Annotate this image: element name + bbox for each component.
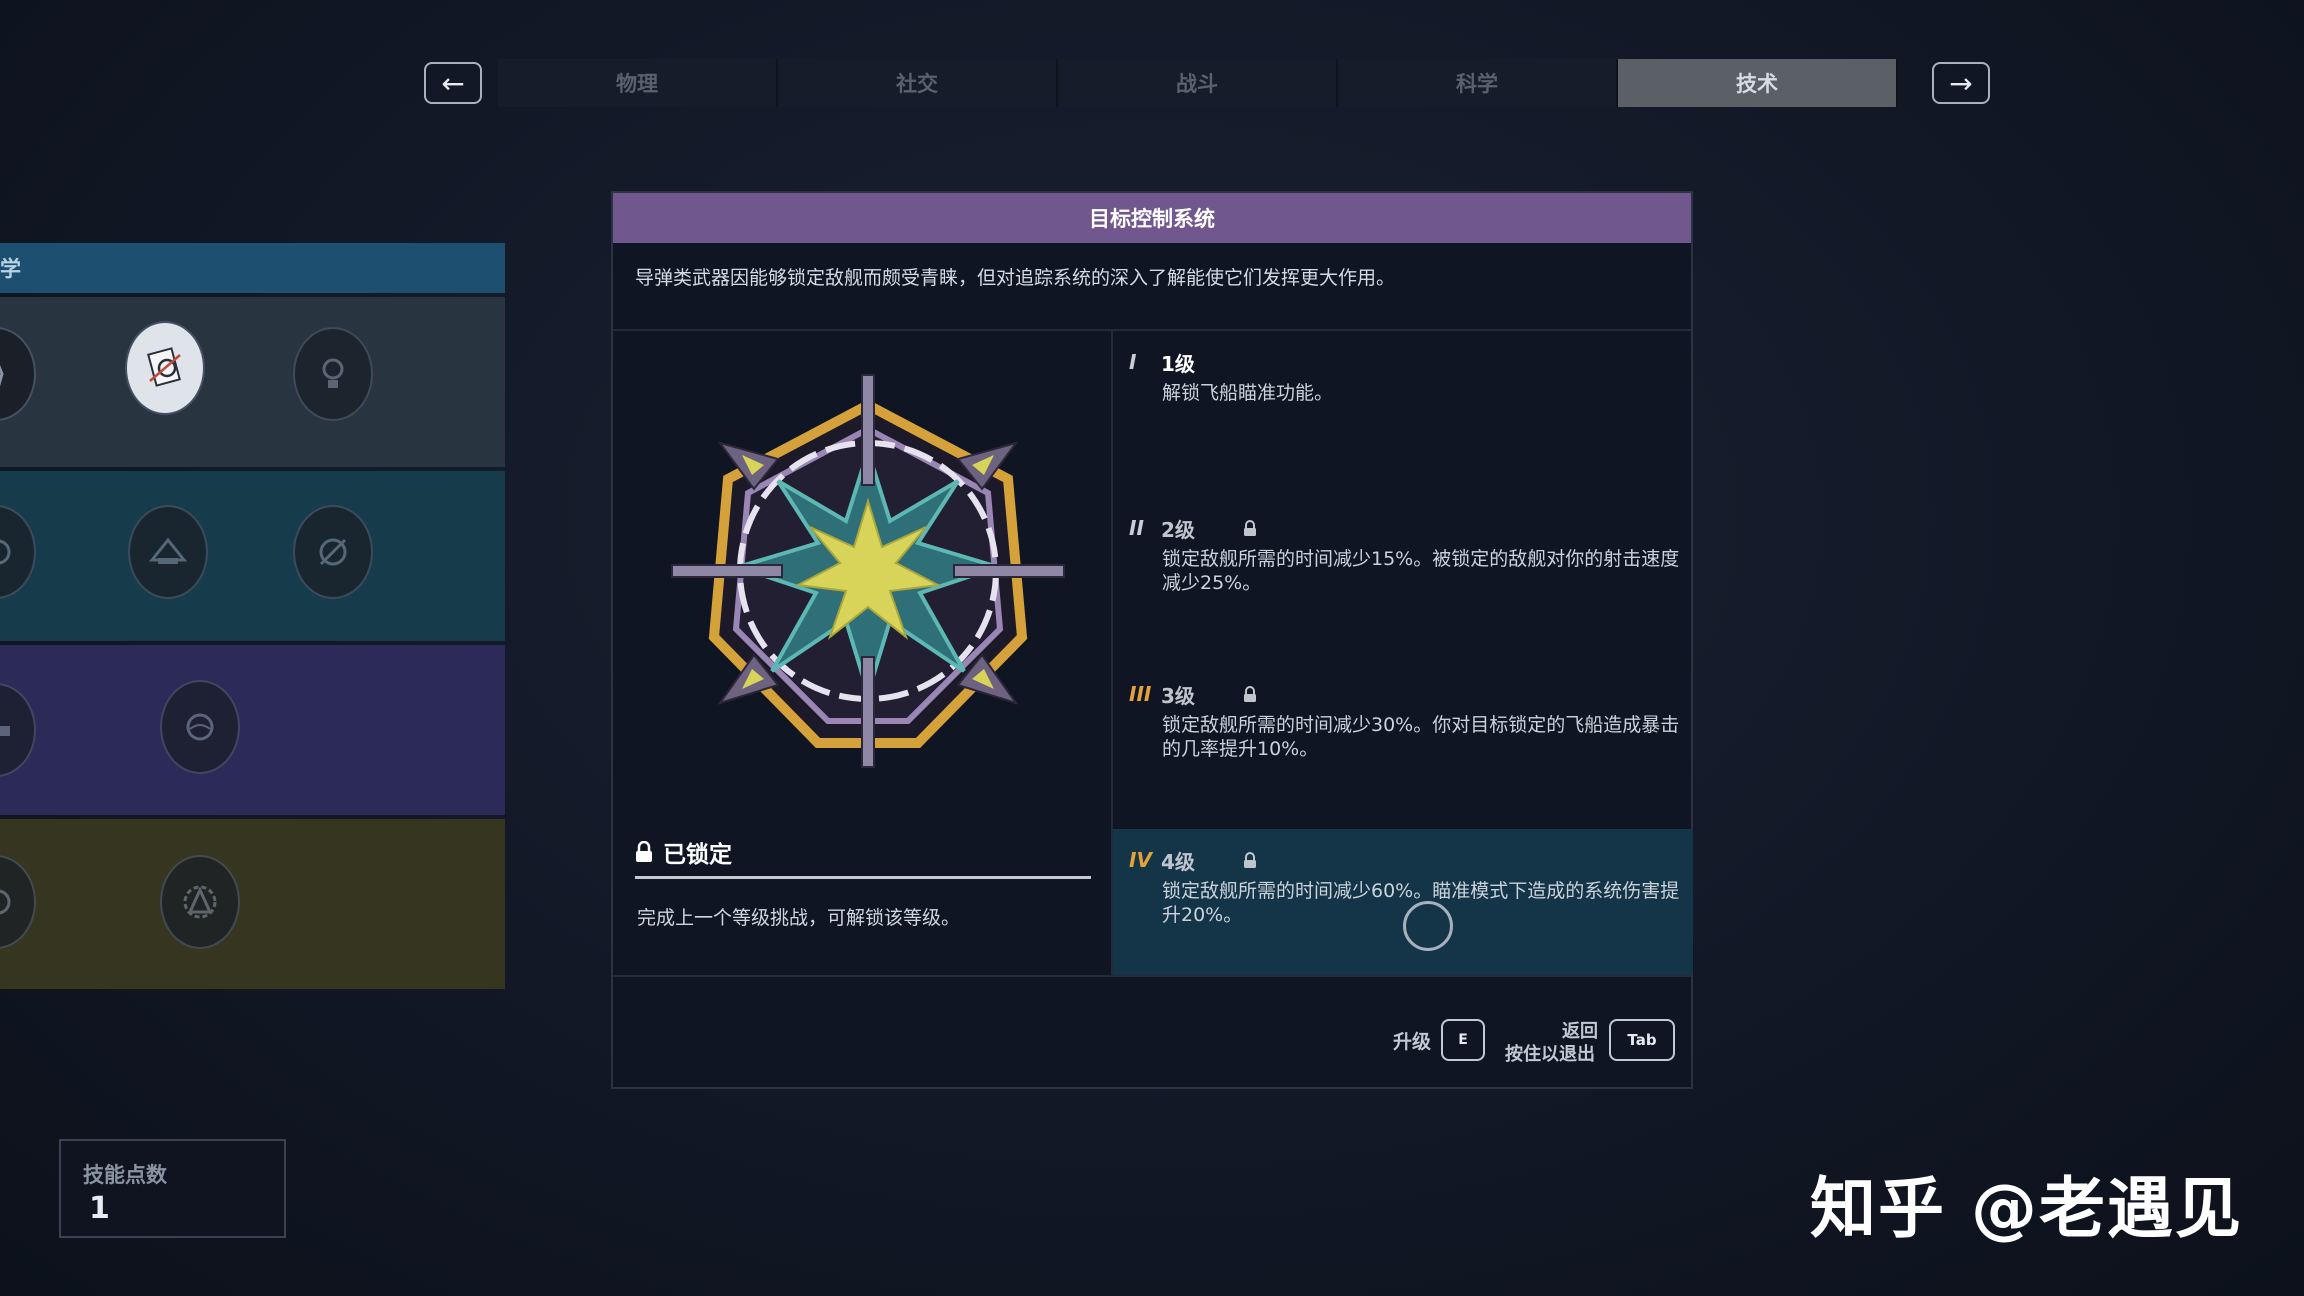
lock-icon [1244, 519, 1256, 536]
lock-icon [1244, 685, 1256, 702]
level-effect: 锁定敌舰所需的时间减少30%。你对目标锁定的飞船造成暴击的几率提升10%。 [1162, 714, 1680, 760]
level-name: 2级 [1161, 517, 1195, 542]
tab-tech[interactable]: 技术 [1618, 59, 1898, 107]
level-name: 1级 [1161, 351, 1195, 376]
category-tabs: 物理 社交 战斗 科学 技术 [498, 59, 1898, 107]
skill-column-title: 学 [0, 257, 21, 281]
skill-title: 目标控制系统 [613, 193, 1691, 243]
skill-planet-icon[interactable] [160, 680, 240, 774]
upgrade-label: 升级 [1393, 1031, 1432, 1053]
hold-to-exit-label: 按住以退出 [1505, 1044, 1595, 1065]
lock-progress-bar [635, 876, 1091, 879]
skill-astronaut-icon[interactable] [0, 505, 36, 599]
rank-numeral: II [1129, 516, 1144, 540]
tab-science[interactable]: 科学 [1338, 59, 1618, 107]
level-list: I 1级 解锁飞船瞄准功能。 II 2级 锁定敌舰所需的时间减少15%。被锁定的… [1113, 331, 1693, 975]
back-key-button[interactable]: Tab [1609, 1019, 1675, 1061]
skill-gear-a-icon[interactable] [160, 855, 240, 949]
tab-combat[interactable]: 战斗 [1058, 59, 1338, 107]
skill-ship-icon[interactable] [128, 505, 208, 599]
skill-bulb-icon[interactable] [293, 327, 373, 421]
key-tab-label: Tab [1627, 1031, 1657, 1049]
skill-tier-row [0, 645, 505, 815]
key-e-label: E [1458, 1032, 1468, 1048]
level-item[interactable]: I 1级 解锁飞船瞄准功能。 [1113, 331, 1693, 497]
skill-target-document-icon[interactable] [125, 321, 205, 415]
lock-icon [1244, 851, 1256, 868]
rank-numeral: I [1129, 350, 1137, 374]
level-name: 3级 [1161, 683, 1195, 708]
tab-physical[interactable]: 物理 [498, 59, 778, 107]
skill-tier-row [0, 297, 505, 467]
skill-glove-icon[interactable] [0, 327, 36, 421]
rank-numeral: IV [1129, 848, 1152, 872]
skill-emblem-area: 已锁定 完成上一个等级挑战，可解锁该等级。 [613, 331, 1111, 975]
skill-detail-panel: 目标控制系统 导弹类武器因能够锁定敌舰而颇受青睐，但对追踪系统的深入了解能使它们… [611, 191, 1693, 1089]
skill-points-label: 技能点数 [83, 1163, 167, 1187]
level-item[interactable]: III 3级 锁定敌舰所需的时间减少30%。你对目标锁定的飞船造成暴击的几率提升… [1113, 663, 1693, 829]
skill-tier-row [0, 819, 505, 989]
skill-points-value: 1 [89, 1191, 110, 1226]
level-item-selected[interactable]: IV 4级 锁定敌舰所需的时间减少60%。瞄准模式下造成的系统伤害提升20%。 [1113, 829, 1693, 975]
lock-icon [636, 841, 652, 862]
rank-numeral: III [1129, 682, 1152, 706]
tab-social[interactable]: 社交 [778, 59, 1058, 107]
lock-status-label: 已锁定 [663, 842, 732, 868]
skill-tier-row [0, 471, 505, 641]
target-control-emblem-icon [671, 374, 1065, 768]
next-category-button[interactable]: → [1932, 62, 1990, 104]
skill-points-box: 技能点数 1 [59, 1139, 286, 1238]
lock-status: 已锁定 [635, 835, 732, 869]
upgrade-key-button[interactable]: E [1441, 1019, 1485, 1061]
skill-disc-icon[interactable] [0, 855, 36, 949]
skill-no-gravity-icon[interactable] [293, 505, 373, 599]
prev-category-button[interactable]: ← [424, 62, 482, 104]
level-effect: 锁定敌舰所需的时间减少15%。被锁定的敌舰对你的射击速度减少25%。 [1162, 548, 1680, 594]
level-name: 4级 [1161, 849, 1195, 874]
level-item[interactable]: II 2级 锁定敌舰所需的时间减少15%。被锁定的敌舰对你的射击速度减少25%。 [1113, 497, 1693, 663]
watermark-text: 知乎 @老遇见 [1810, 1170, 2243, 1247]
level-effect: 解锁飞船瞄准功能。 [1162, 382, 1334, 404]
skill-column-header: 学 [0, 243, 505, 293]
skill-description: 导弹类武器因能够锁定敌舰而颇受青睐，但对追踪系统的深入了解能使它们发挥更大作用。 [635, 267, 1396, 289]
cursor-ring [1403, 901, 1453, 951]
arrow-left-icon: ← [441, 66, 465, 100]
skill-vehicle-icon[interactable] [0, 683, 36, 777]
unlock-hint: 完成上一个等级挑战，可解锁该等级。 [637, 907, 961, 929]
divider [613, 975, 1691, 977]
arrow-right-icon: → [1949, 66, 1973, 100]
